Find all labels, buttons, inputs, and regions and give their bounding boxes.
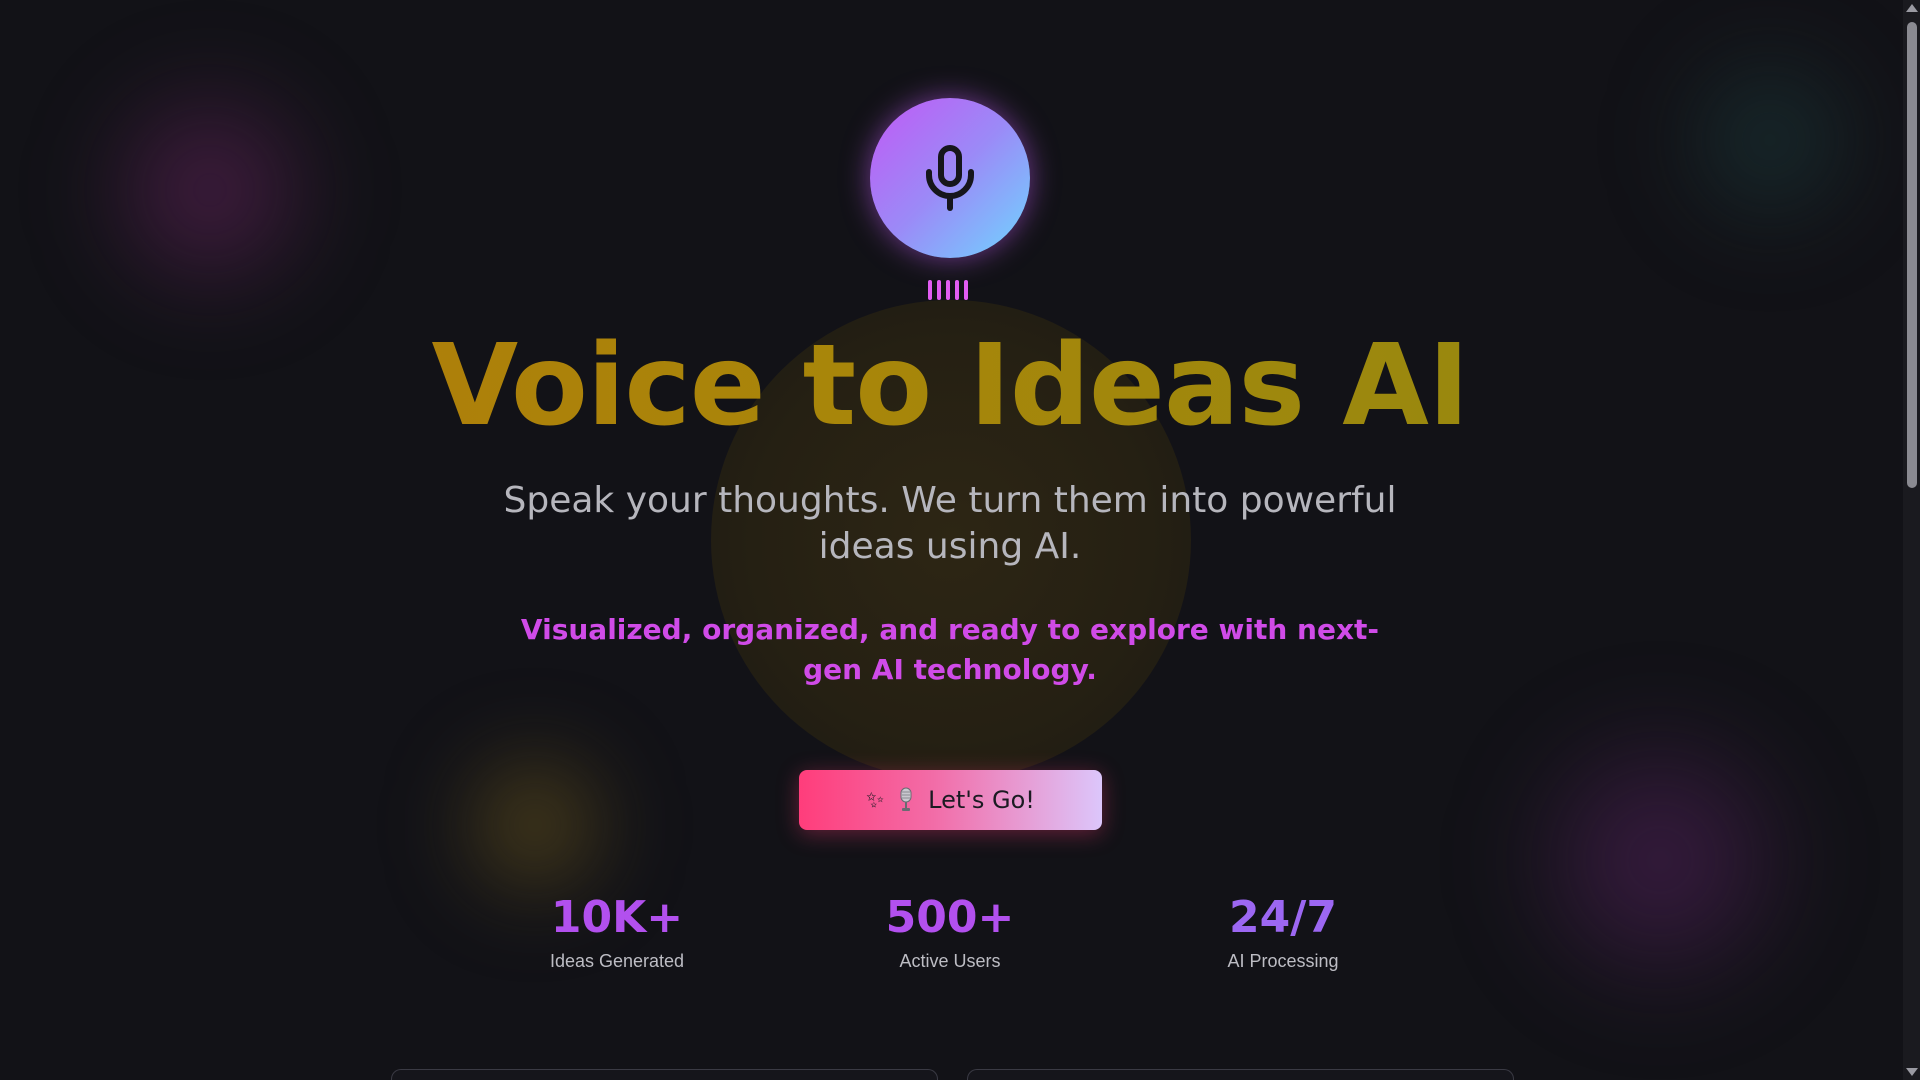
sparkle-icon: ✨︎	[866, 787, 885, 813]
hero-subtitle: Speak your thoughts. We turn them into p…	[503, 480, 1397, 567]
lets-go-button[interactable]: ✨︎ Let's Go!	[799, 770, 1102, 830]
stat-value: 24/7	[1229, 892, 1337, 943]
page-scrollbar[interactable]	[1903, 0, 1920, 1080]
audio-wave-indicator	[928, 280, 968, 300]
stat-ideas-generated: 10K+ Ideas Generated	[477, 890, 757, 976]
studio-microphone-icon	[898, 787, 914, 813]
scrollbar-thumb[interactable]	[1907, 22, 1917, 488]
microphone-button[interactable]	[870, 98, 1030, 258]
wave-bar	[964, 280, 968, 300]
stat-label: Active Users	[899, 951, 1001, 971]
scroll-up-arrow-icon[interactable]	[1906, 4, 1918, 12]
stat-label: Ideas Generated	[549, 951, 685, 971]
wave-bar	[946, 280, 950, 300]
ambient-glow-teal	[1660, 30, 1880, 250]
wave-bar	[937, 280, 941, 300]
stat-ai-processing: 24/7 AI Processing	[1143, 890, 1423, 976]
ambient-glow-gold	[445, 735, 625, 915]
ambient-glow-purple-bottom	[1500, 700, 1820, 1020]
stat-value: 10K+	[550, 892, 684, 943]
lets-go-label: Let's Go!	[928, 786, 1035, 814]
wave-bar	[955, 280, 959, 300]
microphone-icon	[926, 145, 974, 211]
scroll-down-arrow-icon[interactable]	[1906, 1068, 1918, 1076]
wave-bar	[928, 280, 932, 300]
landing-page: Voice to Ideas AI Speak your thoughts. W…	[0, 0, 1920, 1080]
feature-card[interactable]	[391, 1069, 938, 1080]
page-title: Voice to Ideas AI	[0, 316, 1900, 456]
stat-value: 500+	[885, 892, 1015, 943]
stat-active-users: 500+ Active Users	[810, 890, 1090, 976]
stat-label: AI Processing	[1227, 951, 1339, 971]
hero-tagline: Visualized, organized, and ready to expl…	[520, 613, 1380, 686]
feature-card[interactable]	[967, 1069, 1514, 1080]
ambient-glow-purple	[80, 60, 340, 320]
